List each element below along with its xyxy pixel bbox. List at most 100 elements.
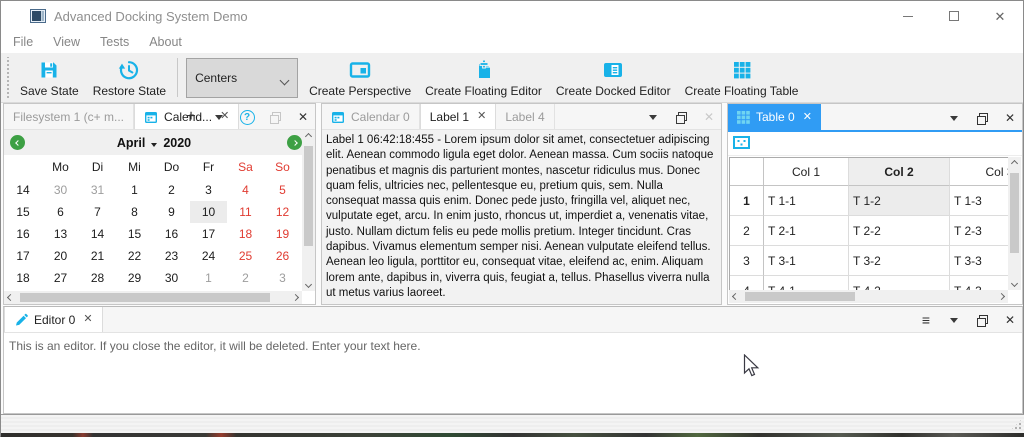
- calendar-day[interactable]: 13: [42, 223, 79, 245]
- calendar-day[interactable]: 21: [79, 245, 116, 267]
- tab-editor-0[interactable]: Editor 0 ✕: [4, 307, 103, 332]
- table-col-header[interactable]: Col 3: [950, 158, 1008, 186]
- tab-close-icon[interactable]: ✕: [477, 111, 486, 122]
- float-dock-button[interactable]: [267, 109, 283, 125]
- perspective-combobox[interactable]: Centers: [186, 58, 298, 98]
- hscroll-thumb[interactable]: [20, 293, 270, 302]
- calendar-day[interactable]: 2: [227, 267, 264, 289]
- close-dock-button[interactable]: ✕: [1002, 312, 1018, 328]
- menu-item-file[interactable]: File: [3, 32, 43, 52]
- vscroll-thumb[interactable]: [304, 146, 313, 246]
- scroll-right-icon[interactable]: [995, 290, 1008, 303]
- tab-filesystem-1[interactable]: Filesystem 1 (c+ m...: [4, 104, 134, 129]
- table-cell[interactable]: T 2-2: [849, 216, 950, 246]
- calendar-day[interactable]: 4: [227, 179, 264, 201]
- calendar-day[interactable]: 22: [116, 245, 153, 267]
- calendar-day[interactable]: 29: [116, 267, 153, 289]
- close-dock-button[interactable]: ✕: [1002, 110, 1018, 126]
- float-dock-button[interactable]: [974, 110, 990, 126]
- calendar-day[interactable]: 20: [42, 245, 79, 267]
- calendar-day[interactable]: 31: [79, 179, 116, 201]
- calendar-day[interactable]: 3: [264, 267, 301, 289]
- hscroll-thumb[interactable]: [745, 292, 855, 301]
- calendar-title[interactable]: April 2020: [117, 136, 191, 150]
- tabs-menu-button[interactable]: [946, 312, 962, 328]
- calendar-day[interactable]: 30: [42, 179, 79, 201]
- calendar-day[interactable]: 3: [190, 179, 227, 201]
- help-button[interactable]: ?: [239, 109, 255, 125]
- table-cell[interactable]: T 4-1: [764, 276, 849, 290]
- table-cell[interactable]: T 3-1: [764, 246, 849, 276]
- select-region-icon[interactable]: [733, 136, 750, 152]
- minimize-button[interactable]: [885, 1, 931, 31]
- calendar-hscrollbar[interactable]: [4, 291, 302, 304]
- close-dock-button[interactable]: ✕: [295, 109, 311, 125]
- table-cell[interactable]: T 1-2: [849, 186, 950, 216]
- table-cell[interactable]: T 2-3: [950, 216, 1008, 246]
- calendar-day[interactable]: 15: [116, 223, 153, 245]
- scroll-left-icon[interactable]: [4, 291, 17, 304]
- calendar-day[interactable]: 16: [153, 223, 190, 245]
- restore-state-button[interactable]: Restore State: [86, 53, 173, 102]
- tab-label-1[interactable]: Label 1 ✕: [420, 104, 497, 129]
- calendar-day[interactable]: 11: [227, 201, 264, 223]
- table-row-header[interactable]: 1: [730, 186, 764, 216]
- maximize-button[interactable]: [931, 1, 977, 31]
- table-cell[interactable]: T 3-3: [950, 246, 1008, 276]
- tab-label-4[interactable]: Label 4: [496, 104, 554, 129]
- close-button[interactable]: ✕: [977, 1, 1023, 31]
- toolbar-drag-handle[interactable]: [5, 57, 10, 98]
- editor-menu-button[interactable]: ≡: [918, 312, 934, 328]
- tab-table-0[interactable]: Table 0 ✕: [728, 104, 821, 130]
- calendar-day[interactable]: 28: [79, 267, 116, 289]
- tabs-menu-button[interactable]: [645, 109, 661, 125]
- menu-item-about[interactable]: About: [139, 32, 192, 52]
- table-col-header[interactable]: Col 1: [764, 158, 849, 186]
- calendar-day[interactable]: 6: [42, 201, 79, 223]
- table-cell[interactable]: T 2-1: [764, 216, 849, 246]
- table-hscrollbar[interactable]: [729, 290, 1008, 303]
- calendar-day[interactable]: 17: [190, 223, 227, 245]
- scroll-up-icon[interactable]: [302, 130, 315, 143]
- tab-calendar-0[interactable]: Calendar 0: [322, 104, 420, 129]
- tabs-menu-button[interactable]: [211, 109, 227, 125]
- create-floating-editor-button[interactable]: Create Floating Editor: [418, 53, 549, 102]
- tabs-menu-button[interactable]: [946, 110, 962, 126]
- create-docked-editor-button[interactable]: Create Docked Editor: [549, 53, 678, 102]
- menu-item-view[interactable]: View: [43, 32, 90, 52]
- calendar-day[interactable]: 8: [116, 201, 153, 223]
- calendar-day[interactable]: 1: [190, 267, 227, 289]
- scroll-left-icon[interactable]: [729, 290, 742, 303]
- table-cell[interactable]: T 1-1: [764, 186, 849, 216]
- table-cell[interactable]: T 4-3: [950, 276, 1008, 290]
- add-tab-button[interactable]: +: [183, 109, 199, 125]
- table-cell[interactable]: T 1-3: [950, 186, 1008, 216]
- calendar-vscrollbar[interactable]: [302, 130, 315, 291]
- close-dock-button[interactable]: ✕: [701, 109, 717, 125]
- table-cell[interactable]: T 4-2: [849, 276, 950, 290]
- calendar-day[interactable]: 25: [227, 245, 264, 267]
- calendar-next-month-button[interactable]: [287, 135, 302, 150]
- calendar-day[interactable]: 1: [116, 179, 153, 201]
- tab-close-icon[interactable]: ✕: [83, 314, 92, 325]
- scroll-down-icon[interactable]: [1008, 277, 1021, 290]
- calendar-day[interactable]: 30: [153, 267, 190, 289]
- calendar-prev-month-button[interactable]: [10, 135, 25, 150]
- calendar-day[interactable]: 14: [79, 223, 116, 245]
- calendar-day[interactable]: 18: [227, 223, 264, 245]
- create-perspective-button[interactable]: Create Perspective: [302, 53, 418, 102]
- tab-close-icon[interactable]: ✕: [803, 112, 812, 123]
- calendar-day[interactable]: 26: [264, 245, 301, 267]
- calendar-day[interactable]: 9: [153, 201, 190, 223]
- float-dock-button[interactable]: [673, 109, 689, 125]
- calendar-day[interactable]: 2: [153, 179, 190, 201]
- editor-textarea[interactable]: This is an editor. If you close the edit…: [4, 333, 1022, 413]
- resize-grip[interactable]: [1010, 418, 1023, 431]
- table-col-header[interactable]: Col 2: [849, 158, 950, 186]
- scroll-right-icon[interactable]: [289, 291, 302, 304]
- calendar-day[interactable]: 10: [190, 201, 227, 223]
- table-row-header[interactable]: 3: [730, 246, 764, 276]
- calendar-day[interactable]: 7: [79, 201, 116, 223]
- calendar-day[interactable]: 5: [264, 179, 301, 201]
- calendar-day[interactable]: 19: [264, 223, 301, 245]
